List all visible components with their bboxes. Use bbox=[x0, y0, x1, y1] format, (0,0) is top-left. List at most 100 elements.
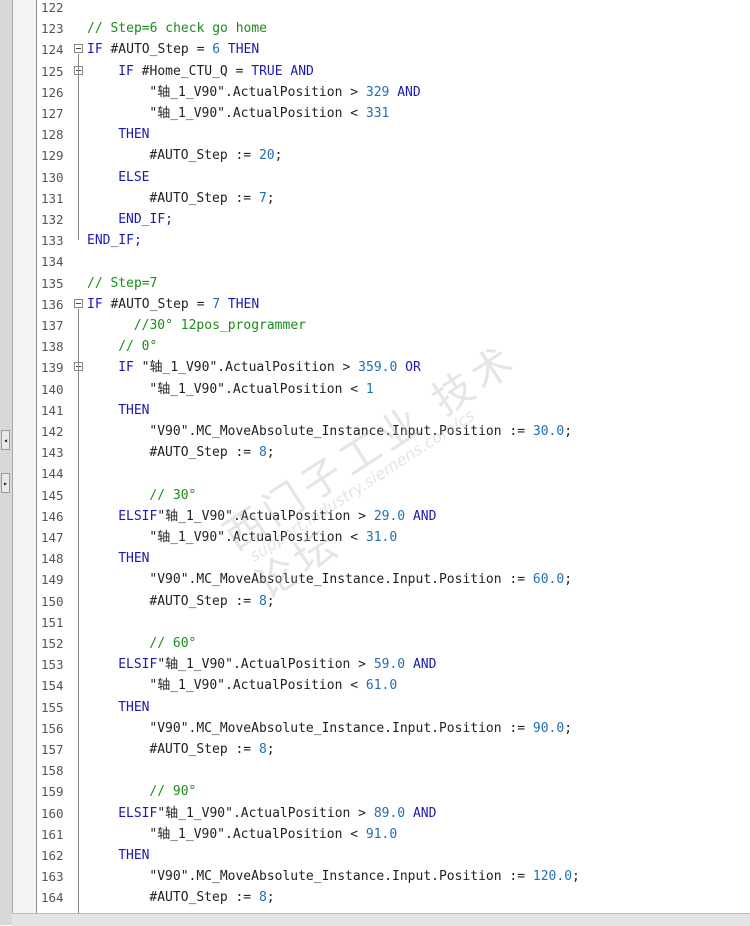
code-line[interactable]: 152 // 60° bbox=[37, 633, 750, 654]
code-line[interactable]: 150 #AUTO_Step := 8; bbox=[37, 591, 750, 612]
code-token: "轴_1_V90".ActualPosition < bbox=[149, 678, 366, 694]
code-line[interactable]: 134 bbox=[37, 251, 750, 272]
breakpoint-margin[interactable] bbox=[13, 0, 37, 925]
code-line[interactable]: 137 //30° 12pos_programmer bbox=[37, 315, 750, 336]
collapse-left-arrow-icon[interactable]: ◂ bbox=[1, 430, 10, 450]
horizontal-scrollbar[interactable] bbox=[12, 913, 750, 926]
code-token: #AUTO_Step := bbox=[149, 742, 259, 757]
code-editor[interactable]: 122 123 // Step=6 check go home 124 IF #AUTO… bbox=[37, 0, 750, 913]
code-token: ; bbox=[266, 190, 275, 206]
code-line[interactable]: 136 IF #AUTO_Step = 7 THEN bbox=[37, 294, 750, 315]
code-text: ELSIF"轴_1_V90".ActualPosition > 89.0 AND bbox=[118, 803, 436, 824]
code-token: "V90".MC_MoveAbsolute_Instance.Input.Pos… bbox=[149, 869, 533, 885]
line-number: 140 bbox=[41, 381, 64, 397]
code-token: // 30° bbox=[149, 487, 197, 503]
code-text: #AUTO_Step := 8; bbox=[149, 442, 274, 463]
line-number: 147 bbox=[41, 530, 64, 545]
code-token: AND bbox=[405, 508, 437, 524]
code-text: "V90".MC_MoveAbsolute_Instance.Input.Pos… bbox=[149, 421, 572, 442]
line-number: 154 bbox=[41, 678, 64, 694]
code-token: #AUTO_Step := bbox=[149, 190, 259, 206]
code-token: ; bbox=[266, 742, 275, 757]
code-line[interactable]: 124 IF #AUTO_Step = 6 THEN bbox=[37, 39, 750, 60]
code-line[interactable]: 160 ELSIF"轴_1_V90".ActualPosition > 89.0 … bbox=[37, 803, 750, 824]
code-line[interactable]: 146 ELSIF"轴_1_V90".ActualPosition > 29.0 … bbox=[37, 506, 750, 527]
code-token: IF bbox=[118, 360, 134, 376]
code-line[interactable]: 130 ELSE bbox=[37, 167, 750, 188]
code-line[interactable]: 132 END_IF; bbox=[37, 209, 750, 230]
code-line[interactable]: 128 THEN bbox=[37, 124, 750, 145]
code-line[interactable]: 140 "轴_1_V90".ActualPosition < 1 bbox=[37, 379, 750, 400]
code-text: // 0° bbox=[118, 336, 157, 357]
line-number: 132 bbox=[41, 212, 64, 227]
code-token: 1 bbox=[365, 381, 374, 397]
code-token: "轴_1_V90".ActualPosition > bbox=[133, 360, 359, 376]
code-line[interactable]: 142 "V90".MC_MoveAbsolute_Instance.Input.… bbox=[37, 421, 750, 442]
code-line[interactable]: 141 THEN bbox=[37, 400, 750, 421]
code-token: "轴_1_V90".ActualPosition > bbox=[157, 805, 374, 821]
code-line[interactable]: 164 #AUTO_Step := 8; bbox=[37, 887, 750, 908]
code-token: // 90° bbox=[149, 784, 197, 800]
code-token: ; bbox=[564, 424, 573, 439]
code-line[interactable]: 131 #AUTO_Step := 7; bbox=[37, 188, 750, 209]
code-line[interactable]: 157 #AUTO_Step := 8; bbox=[37, 739, 750, 760]
code-line[interactable]: 158 bbox=[37, 760, 750, 781]
fold-toggle-icon[interactable] bbox=[74, 298, 83, 308]
code-line[interactable]: 143 #AUTO_Step := 8; bbox=[37, 442, 750, 463]
code-token: 31.0 bbox=[365, 530, 398, 545]
fold-guide-line bbox=[78, 308, 79, 913]
code-token: #AUTO_Step := bbox=[149, 148, 259, 164]
code-text: IF #Home_CTU_Q = TRUE AND bbox=[118, 61, 314, 82]
code-line[interactable]: 127 "轴_1_V90".ActualPosition < 331 bbox=[37, 103, 750, 124]
code-token: "V90".MC_MoveAbsolute_Instance.Input.Pos… bbox=[149, 720, 533, 736]
code-token: // 0° bbox=[118, 339, 158, 355]
code-line[interactable]: 148 THEN bbox=[37, 548, 750, 569]
code-line[interactable]: 138 // 0° bbox=[37, 336, 750, 357]
line-number: 150 bbox=[41, 593, 64, 609]
code-line[interactable]: 156 "V90".MC_MoveAbsolute_Instance.Input.… bbox=[37, 718, 750, 739]
code-line[interactable]: 144 bbox=[37, 463, 750, 484]
code-line[interactable]: 159 // 90° bbox=[37, 781, 750, 802]
code-line[interactable]: 123 // Step=6 check go home bbox=[37, 18, 750, 39]
line-number: 151 bbox=[41, 614, 64, 630]
code-line[interactable]: 133 END_IF; bbox=[37, 230, 750, 251]
code-text: "轴_1_V90".ActualPosition < 91.0 bbox=[149, 824, 397, 845]
code-text: "轴_1_V90".ActualPosition < 1 bbox=[149, 379, 373, 400]
code-token: //30° 12pos_programmer bbox=[133, 318, 306, 333]
code-line[interactable]: 122 bbox=[37, 0, 750, 18]
code-line[interactable]: 145 // 30° bbox=[37, 485, 750, 506]
expand-right-arrow-icon[interactable]: ▸ bbox=[1, 473, 10, 493]
code-line[interactable]: 149 "V90".MC_MoveAbsolute_Instance.Input.… bbox=[37, 569, 750, 590]
code-token: "轴_1_V90".ActualPosition < bbox=[149, 106, 366, 121]
code-line[interactable]: 135 // Step=7 bbox=[37, 273, 750, 294]
code-line[interactable]: 154 "轴_1_V90".ActualPosition < 61.0 bbox=[37, 675, 750, 696]
code-token: ; bbox=[266, 445, 275, 461]
code-line[interactable]: 151 bbox=[37, 612, 750, 633]
code-line[interactable]: 153 ELSIF"轴_1_V90".ActualPosition > 59.0 … bbox=[37, 654, 750, 675]
code-line[interactable]: 126 "轴_1_V90".ActualPosition > 329 AND bbox=[37, 82, 750, 103]
code-token: 59.0 bbox=[373, 657, 406, 673]
code-token: ELSIF bbox=[118, 508, 158, 524]
code-token: // 60° bbox=[149, 636, 197, 651]
line-number: 135 bbox=[41, 275, 64, 291]
line-number: 153 bbox=[41, 657, 64, 673]
code-line[interactable]: 155 THEN bbox=[37, 697, 750, 718]
fold-toggle-icon[interactable] bbox=[74, 44, 83, 54]
code-text: THEN bbox=[118, 845, 149, 866]
code-line[interactable]: 162 THEN bbox=[37, 845, 750, 866]
code-line[interactable]: 147 "轴_1_V90".ActualPosition < 31.0 bbox=[37, 527, 750, 548]
line-number: 163 bbox=[41, 869, 64, 885]
code-line[interactable]: 163 "V90".MC_MoveAbsolute_Instance.Input.… bbox=[37, 866, 750, 887]
code-token: ELSIF bbox=[118, 805, 158, 821]
code-line[interactable]: 125 IF #Home_CTU_Q = TRUE AND bbox=[37, 61, 750, 82]
line-number: 136 bbox=[41, 296, 64, 312]
code-text: #AUTO_Step := 20; bbox=[149, 145, 282, 166]
line-number: 159 bbox=[41, 784, 64, 800]
code-text: THEN bbox=[118, 548, 149, 569]
code-text: IF #AUTO_Step = 7 THEN bbox=[87, 294, 259, 315]
code-line[interactable]: 161 "轴_1_V90".ActualPosition < 91.0 bbox=[37, 824, 750, 845]
code-line[interactable]: 129 #AUTO_Step := 20; bbox=[37, 145, 750, 166]
code-token: #AUTO_Step = bbox=[102, 296, 213, 312]
code-text: //30° 12pos_programmer bbox=[134, 315, 306, 336]
code-line[interactable]: 139 IF "轴_1_V90".ActualPosition > 359.0 O… bbox=[37, 357, 750, 378]
